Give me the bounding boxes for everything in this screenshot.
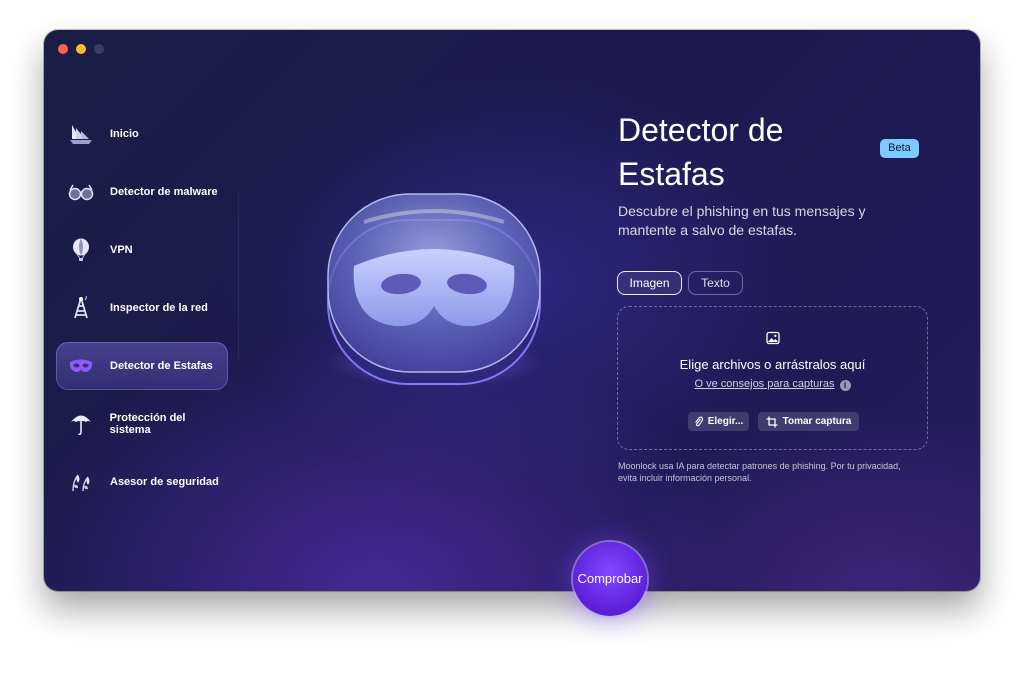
- minimize-window-button[interactable]: [76, 44, 86, 54]
- sidebar: Inicio Detector de malware VPN Inspector…: [56, 110, 228, 516]
- tower-icon: [68, 295, 94, 321]
- dropzone-title: Elige archivos o arrástralos aquí: [679, 357, 866, 372]
- subtitle-line1: Descubre el phishing en tus mensajes y: [618, 203, 866, 219]
- sidebar-item-label: VPN: [110, 244, 133, 256]
- image-icon: [766, 331, 780, 345]
- glasses-icon: [68, 179, 94, 205]
- sidebar-divider: [238, 190, 239, 360]
- check-button[interactable]: Comprobar: [573, 542, 647, 616]
- privacy-note: Moonlock usa IA para detectar patrones d…: [618, 460, 938, 484]
- balloon-icon: [68, 237, 94, 263]
- sidebar-item-label: Inspector de la red: [110, 302, 208, 314]
- page-subtitle: Descubre el phishing en tus mensajes y m…: [618, 202, 918, 240]
- page-title-line1: Detector de: [618, 112, 784, 148]
- choose-files-button[interactable]: Elegir...: [688, 412, 749, 431]
- capture-tips-link[interactable]: O ve consejos para capturas: [694, 378, 834, 390]
- sidebar-item-label: Asesor de seguridad: [110, 476, 219, 488]
- close-window-button[interactable]: [58, 44, 68, 54]
- privacy-note-line2: evita incluir información personal.: [618, 473, 752, 483]
- sidebar-item-vpn[interactable]: VPN: [56, 226, 228, 274]
- privacy-note-line1: Moonlock usa IA para detectar patrones d…: [618, 461, 901, 471]
- dropzone-tips: O ve consejos para capturas i: [618, 378, 927, 391]
- leaves-icon: [68, 469, 94, 495]
- sidebar-item-asesor-de-seguridad[interactable]: Asesor de seguridad: [56, 458, 228, 506]
- sidebar-item-inicio[interactable]: Inicio: [56, 110, 228, 158]
- beta-badge: Beta: [880, 139, 919, 158]
- sidebar-item-proteccion-del-sistema[interactable]: Protección del sistema: [56, 400, 228, 448]
- subtitle-line2: mantente a salvo de estafas.: [618, 222, 797, 238]
- choose-files-label: Elegir...: [707, 416, 744, 427]
- take-screenshot-button[interactable]: Tomar captura: [758, 412, 859, 431]
- mask-icon: [68, 353, 94, 379]
- sidebar-item-detector-de-malware[interactable]: Detector de malware: [56, 168, 228, 216]
- zoom-window-button[interactable]: [94, 44, 104, 54]
- app-window: Inicio Detector de malware VPN Inspector…: [44, 30, 980, 591]
- umbrella-icon: [68, 411, 94, 437]
- home-ship-icon: [68, 121, 94, 147]
- paperclip-icon: [694, 416, 703, 427]
- sidebar-item-label: Detector de Estafas: [110, 360, 213, 372]
- sidebar-item-inspector-de-la-red[interactable]: Inspector de la red: [56, 284, 228, 332]
- scam-detector-hero-mask-icon: [324, 192, 544, 388]
- sidebar-item-label: Inicio: [110, 128, 139, 140]
- info-icon[interactable]: i: [839, 380, 851, 391]
- page-title-line2: Estafas: [618, 156, 725, 192]
- take-screenshot-label: Tomar captura: [782, 416, 852, 427]
- sidebar-item-label: Protección del sistema: [109, 412, 186, 436]
- crop-icon: [766, 416, 778, 428]
- file-dropzone[interactable]: Elige archivos o arrástralos aquí O ve c…: [617, 306, 928, 450]
- sidebar-item-detector-de-estafas[interactable]: Detector de Estafas: [56, 342, 228, 390]
- tab-imagen[interactable]: Imagen: [617, 271, 682, 295]
- page-title: Detector de Estafas: [618, 108, 878, 196]
- sidebar-item-label: Detector de malware: [110, 186, 218, 198]
- tab-texto[interactable]: Texto: [688, 271, 743, 295]
